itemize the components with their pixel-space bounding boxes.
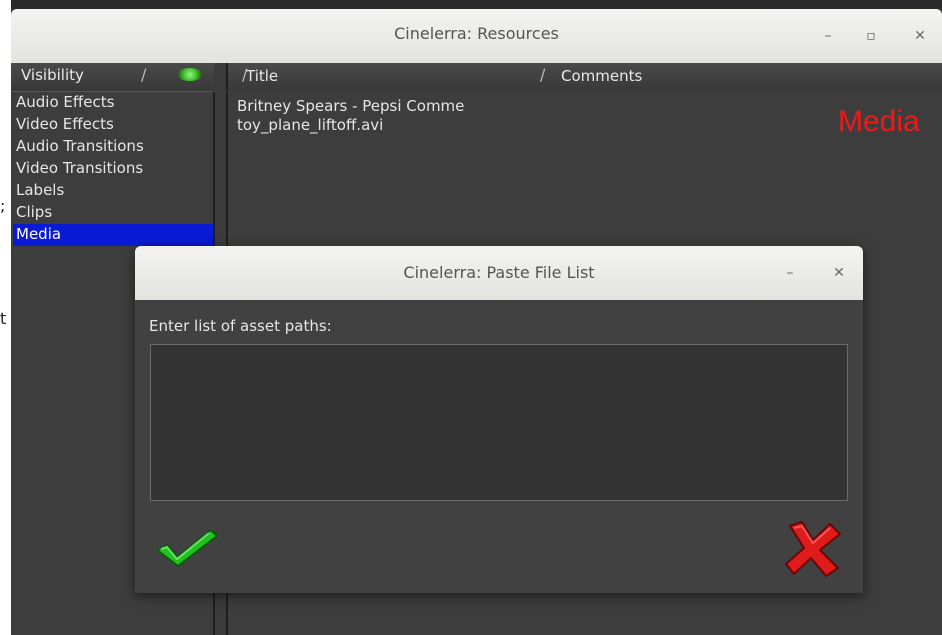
folder-item-video-effects[interactable]: Video Effects <box>13 114 213 136</box>
column-header-title[interactable]: Title <box>246 67 278 85</box>
folder-item-audio-effects[interactable]: Audio Effects <box>13 92 213 114</box>
cross-icon <box>785 521 841 577</box>
checkmark-icon <box>156 529 218 567</box>
folder-item-clips[interactable]: Clips <box>13 202 213 224</box>
folder-item-media[interactable]: Media <box>13 224 213 246</box>
close-button[interactable]: ✕ <box>910 26 930 46</box>
background-text-fragment: t <box>0 309 7 328</box>
dialog-minimize-button[interactable]: – <box>780 263 800 283</box>
background-text-fragment: ; <box>0 196 6 215</box>
ok-button[interactable] <box>153 518 219 572</box>
column-resize-handle[interactable]: / <box>540 65 545 84</box>
window-top-strip <box>11 0 942 9</box>
paste-file-list-dialog: Cinelerra: Paste File List – ✕ Enter lis… <box>135 246 863 593</box>
visibility-header[interactable]: Visibility / <box>11 63 214 92</box>
asset-paths-label: Enter list of asset paths: <box>149 317 332 335</box>
maximize-button[interactable]: ▫ <box>861 26 881 46</box>
folder-item-audio-transitions[interactable]: Audio Transitions <box>13 136 213 158</box>
resources-titlebar[interactable]: Cinelerra: Resources – ▫ ✕ <box>11 9 942 63</box>
dialog-titlebar[interactable]: Cinelerra: Paste File List – ✕ <box>135 246 863 300</box>
asset-item[interactable]: toy_plane_liftoff.avi <box>237 116 383 134</box>
minimize-button[interactable]: – <box>818 26 838 46</box>
asset-list-header: / Title / Comments <box>226 63 942 91</box>
folder-item-labels[interactable]: Labels <box>13 180 213 202</box>
window-title: Cinelerra: Resources <box>394 24 559 43</box>
asset-item[interactable]: Britney Spears - Pepsi Comme <box>237 97 464 115</box>
folder-heading: Media <box>838 105 920 138</box>
dialog-close-button[interactable]: ✕ <box>829 263 849 283</box>
visibility-toggle-icon[interactable] <box>177 68 203 81</box>
dialog-title: Cinelerra: Paste File List <box>403 263 595 282</box>
folder-item-video-transitions[interactable]: Video Transitions <box>13 158 213 180</box>
visibility-label: Visibility <box>21 66 84 84</box>
column-header-comments[interactable]: Comments <box>561 67 642 85</box>
asset-paths-textarea[interactable] <box>150 344 848 501</box>
column-resize-handle[interactable]: / <box>141 65 146 84</box>
cancel-button[interactable] <box>780 518 846 578</box>
